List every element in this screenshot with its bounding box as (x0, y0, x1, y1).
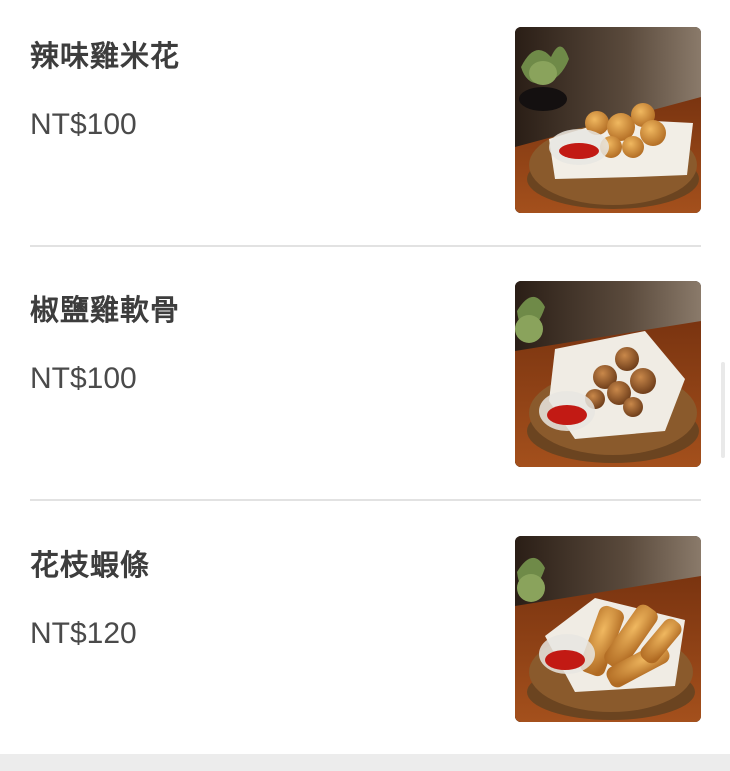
item-name: 椒鹽雞軟骨 (30, 293, 181, 327)
bottom-bar (0, 754, 730, 771)
squid-shrimp-stick-photo-icon[interactable] (515, 536, 701, 722)
scrollbar[interactable] (721, 362, 725, 458)
salt-pepper-chicken-cartilage-photo-icon[interactable] (515, 281, 701, 467)
item-price: NT$120 (30, 617, 137, 650)
item-price: NT$100 (30, 362, 137, 395)
menu-item[interactable]: 椒鹽雞軟骨 NT$100 (30, 281, 701, 467)
item-price: NT$100 (30, 108, 137, 141)
divider (30, 245, 701, 247)
menu-item[interactable]: 花枝蝦條 NT$120 (30, 536, 701, 722)
menu-item[interactable]: 辣味雞米花 NT$100 (30, 27, 701, 213)
divider (30, 499, 701, 501)
item-name: 花枝蝦條 (30, 548, 151, 582)
menu-list: 辣味雞米花 NT$100 椒鹽雞軟骨 NT$100 花枝蝦條 NT$120 (0, 0, 730, 754)
popcorn-chicken-photo-icon[interactable] (515, 27, 701, 213)
item-name: 辣味雞米花 (30, 39, 181, 73)
